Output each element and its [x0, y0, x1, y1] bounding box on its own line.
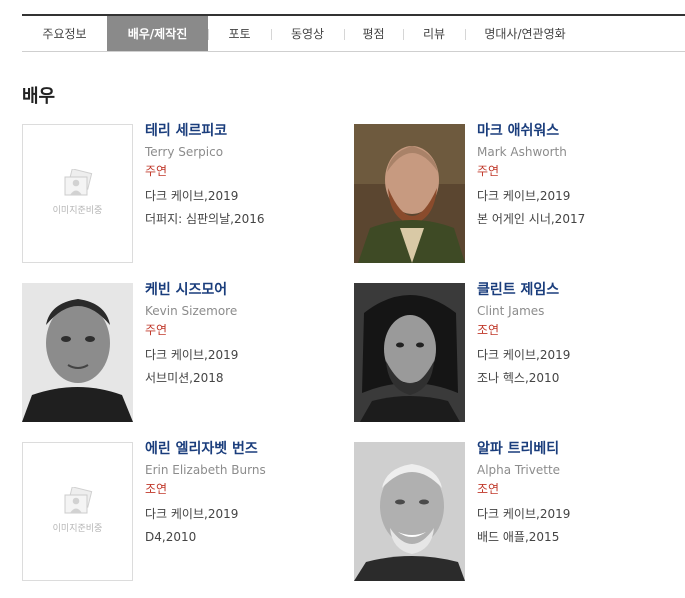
filmography-item[interactable]: 다크 케이브,2019: [145, 507, 350, 521]
tab-main-info[interactable]: 주요정보: [22, 16, 107, 51]
actor-card: 이미지준비중 에린 엘리자벳 번즈 Erin Elizabeth Burns 조…: [22, 442, 352, 582]
actor-name[interactable]: 테리 세르피코: [145, 124, 350, 140]
actor-name-english: Erin Elizabeth Burns: [145, 463, 266, 477]
tab-cast-crew[interactable]: 배우/제작진: [107, 16, 208, 51]
tab-review[interactable]: 리뷰: [403, 16, 465, 51]
filmography-item[interactable]: 더퍼지: 심판의날,2016: [145, 212, 350, 226]
tab-photo[interactable]: 포토: [208, 16, 271, 51]
filmography-item[interactable]: 다크 케이브,2019: [477, 189, 682, 203]
actor-name[interactable]: 케빈 시즈모어: [145, 283, 350, 299]
filmography-item[interactable]: 다크 케이브,2019: [477, 348, 682, 362]
placeholder-text: 이미지준비중: [52, 524, 103, 534]
actor-role: 주연: [477, 164, 500, 178]
actor-card: 이미지준비중 테리 세르피코 Terry Serpico 주연 다크 케이브,2…: [22, 124, 352, 264]
filmography-item[interactable]: D4,2010: [145, 530, 350, 544]
placeholder-text: 이미지준비중: [52, 206, 103, 216]
actor-name-english: Kevin Sizemore: [145, 304, 238, 318]
actor-photo-placeholder[interactable]: 이미지준비중: [22, 124, 133, 263]
actor-card: 마크 애쉬워스 Mark Ashworth 주연 다크 케이브,2019 본 어…: [354, 124, 684, 264]
tab-rating[interactable]: 평점: [344, 16, 403, 51]
filmography-item[interactable]: 배드 애플,2015: [477, 530, 682, 544]
filmography-item[interactable]: 다크 케이브,2019: [145, 189, 350, 203]
actor-photo[interactable]: [354, 442, 465, 581]
tab-bar: 주요정보 배우/제작진 포토 동영상 평점 리뷰 명대사/연관영화: [22, 14, 685, 52]
actor-name[interactable]: 에린 엘리자벳 번즈: [145, 442, 350, 458]
actor-name-english: Clint James: [477, 304, 545, 318]
filmography-item[interactable]: 다크 케이브,2019: [477, 507, 682, 521]
actor-name-english: Terry Serpico: [145, 145, 224, 159]
actor-name[interactable]: 알파 트리베티: [477, 442, 682, 458]
filmography-item[interactable]: 서브미션,2018: [145, 371, 350, 385]
tab-quotes-related[interactable]: 명대사/연관영화: [465, 16, 585, 51]
actor-name[interactable]: 마크 애쉬워스: [477, 124, 682, 140]
actor-photo[interactable]: [354, 124, 465, 263]
actor-card: 케빈 시즈모어 Kevin Sizemore 주연 다크 케이브,2019 서브…: [22, 283, 352, 423]
actor-name[interactable]: 클린트 제임스: [477, 283, 682, 299]
tab-video[interactable]: 동영상: [271, 16, 344, 51]
actor-role: 조연: [477, 323, 500, 337]
actor-role: 주연: [145, 164, 168, 178]
actor-card: 클린트 제임스 Clint James 조연 다크 케이브,2019 조나 헥스…: [354, 283, 684, 423]
actor-photo-placeholder[interactable]: 이미지준비중: [22, 442, 133, 581]
actor-name-english: Alpha Trivette: [477, 463, 561, 477]
filmography-item[interactable]: 본 어게인 시너,2017: [477, 212, 682, 226]
section-title: 배우: [22, 86, 56, 107]
actor-role: 조연: [477, 482, 500, 496]
actor-card: 알파 트리베티 Alpha Trivette 조연 다크 케이브,2019 배드…: [354, 442, 684, 582]
actor-role: 조연: [145, 482, 168, 496]
actor-name-english: Mark Ashworth: [477, 145, 567, 159]
actor-photo[interactable]: [354, 283, 465, 422]
actor-photo[interactable]: [22, 283, 133, 422]
image-placeholder-icon: [64, 169, 92, 196]
filmography-item[interactable]: 다크 케이브,2019: [145, 348, 350, 362]
filmography-item[interactable]: 조나 헥스,2010: [477, 371, 682, 385]
image-placeholder-icon: [64, 487, 92, 514]
actor-role: 주연: [145, 323, 168, 337]
